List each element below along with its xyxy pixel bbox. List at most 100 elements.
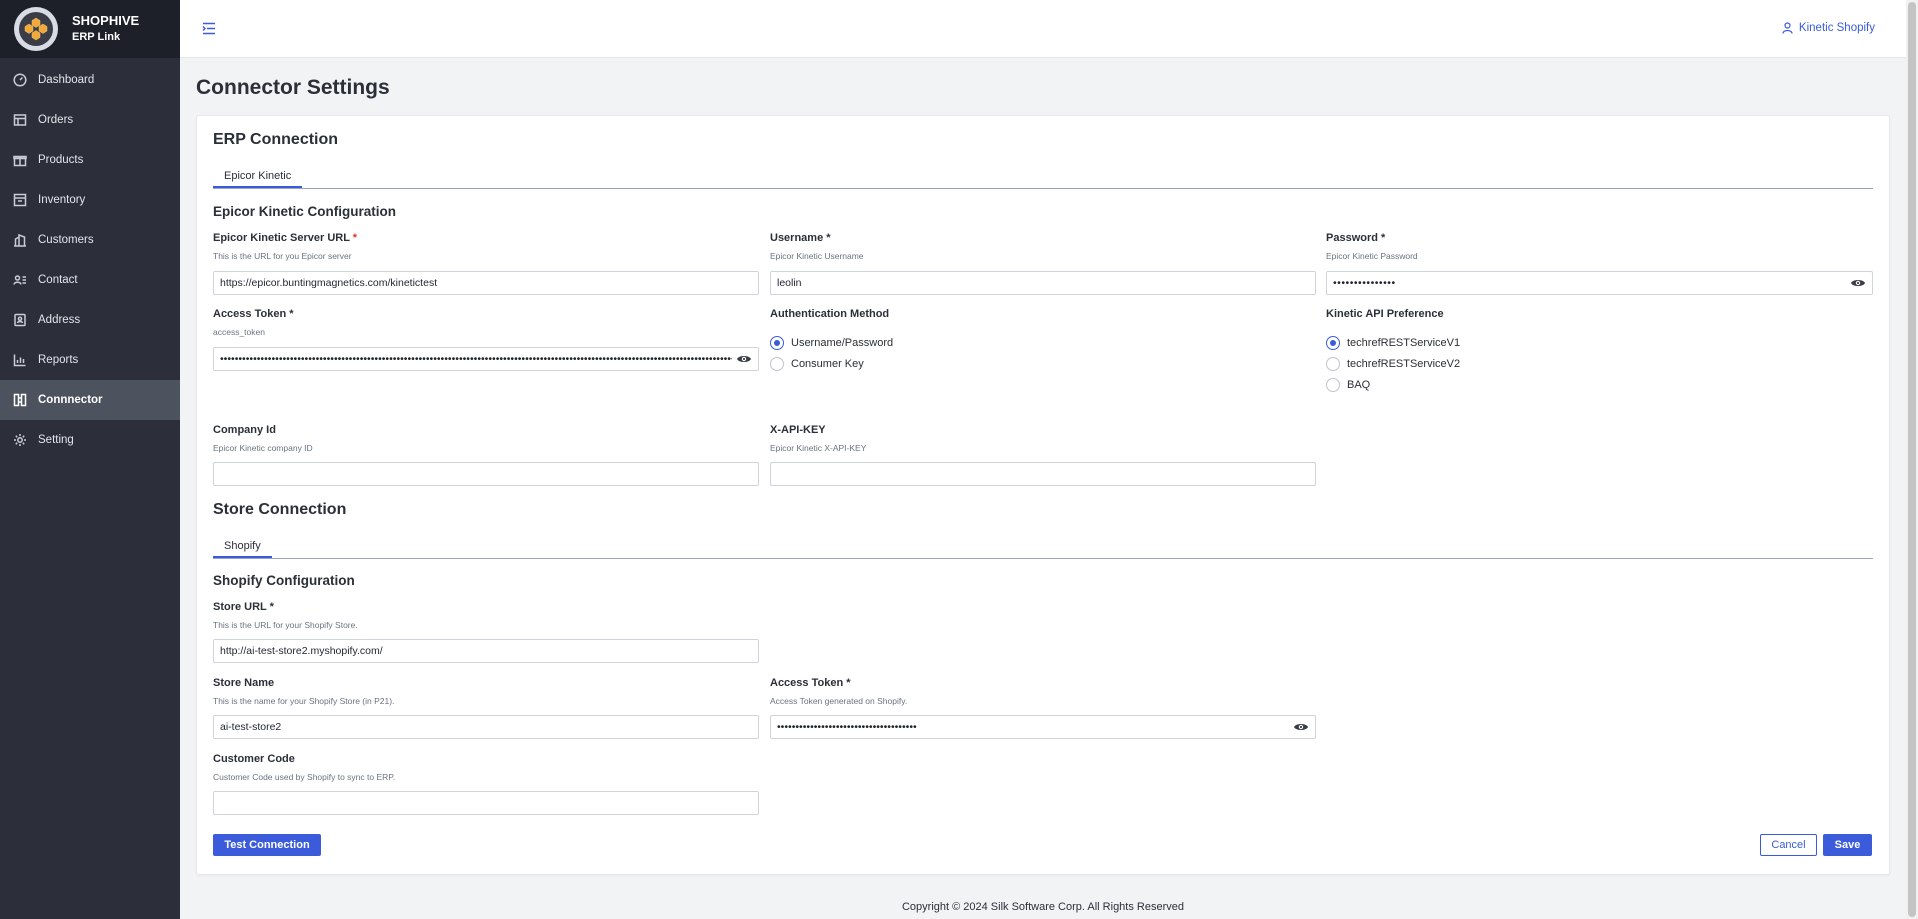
user-name: Kinetic Shopify xyxy=(1798,22,1875,34)
store-url-hint: This is the URL for your Shopify Store. xyxy=(213,620,358,630)
company-id-input[interactable] xyxy=(213,462,759,486)
radio-unselected[interactable] xyxy=(770,357,784,371)
password-hint: Epicor Kinetic Password xyxy=(1326,251,1418,261)
page-scrollbar[interactable] xyxy=(1906,0,1918,919)
sidebar-item-label: Connnector xyxy=(38,394,103,406)
customer-code-hint: Customer Code used by Shopify to sync to… xyxy=(213,772,396,782)
contact-card-icon xyxy=(13,273,27,287)
store-name-hint: This is the name for your Shopify Store … xyxy=(213,696,395,706)
topbar: Kinetic Shopify xyxy=(180,0,1906,58)
test-connection-button[interactable]: Test Connection xyxy=(213,834,321,856)
menu-toggle-icon[interactable] xyxy=(202,22,216,38)
store-url-label: Store URL * xyxy=(213,601,274,613)
shopify-access-token-hint: Access Token generated on Shopify. xyxy=(770,696,908,706)
connector-icon xyxy=(13,393,27,407)
save-button[interactable]: Save xyxy=(1823,834,1872,856)
sidebar-item-orders[interactable]: Orders xyxy=(0,100,180,140)
shopify-config-title: Shopify Configuration xyxy=(213,573,355,588)
sidebar-item-address[interactable]: Address xyxy=(0,300,180,340)
access-token-input[interactable]: ••••••••••••••••••••••••••••••••••••••••… xyxy=(213,347,759,371)
footer-copyright: Copyright © 2024 Silk Software Corp. All… xyxy=(901,901,1184,913)
radio-unselected[interactable] xyxy=(1326,357,1340,371)
gear-icon xyxy=(13,433,27,447)
sidebar-item-label: Customers xyxy=(38,234,94,246)
store-connection-heading: Store Connection xyxy=(213,501,347,518)
building-icon xyxy=(13,233,27,247)
api-preference-label: Kinetic API Preference xyxy=(1326,308,1444,320)
sidebar-item-dashboard[interactable]: Dashboard xyxy=(0,60,180,100)
x-api-key-hint: Epicor Kinetic X-API-KEY xyxy=(770,443,867,453)
eye-icon[interactable] xyxy=(736,353,752,365)
server-url-hint: This is the URL for you Epicor server xyxy=(213,251,352,261)
store-name-label: Store Name xyxy=(213,677,275,689)
sidebar-item-label: Reports xyxy=(38,354,79,366)
auth-option-consumer-key[interactable]: Consumer Key xyxy=(770,357,864,371)
radio-selected[interactable] xyxy=(1326,336,1340,350)
sidebar: SHOPHIVE ERP Link Dashboard Orders Produ… xyxy=(0,0,180,919)
password-input[interactable]: ••••••••••••••• xyxy=(1326,271,1873,295)
username-hint: Epicor Kinetic Username xyxy=(770,251,864,261)
shopify-access-token-label: Access Token * xyxy=(770,677,851,689)
server-url-input[interactable]: https://epicor.buntingmagnetics.com/kine… xyxy=(213,271,759,295)
api-option-v1[interactable]: techrefRESTServiceV1 xyxy=(1326,336,1460,350)
sidebar-item-setting[interactable]: Setting xyxy=(0,420,180,460)
brand[interactable]: SHOPHIVE ERP Link xyxy=(0,0,180,58)
sidebar-item-label: Address xyxy=(38,314,81,326)
sidebar-item-label: Contact xyxy=(38,274,78,286)
erp-tab-divider xyxy=(213,188,1873,189)
access-token-label: Access Token * xyxy=(213,308,294,320)
tab-epicor-kinetic[interactable]: Epicor Kinetic xyxy=(213,166,303,188)
sidebar-item-label: Inventory xyxy=(38,194,86,206)
address-book-icon xyxy=(13,313,27,327)
sidebar-item-label: Setting xyxy=(38,434,74,446)
gauge-icon xyxy=(13,73,27,87)
user-menu[interactable]: Kinetic Shopify xyxy=(1782,22,1875,34)
x-api-key-input[interactable] xyxy=(770,462,1316,486)
epicor-config-title: Epicor Kinetic Configuration xyxy=(213,204,397,219)
customer-code-input[interactable] xyxy=(213,791,759,815)
sidebar-item-connector[interactable]: Connnector xyxy=(0,380,180,420)
username-input[interactable]: leolin xyxy=(770,271,1316,295)
sidebar-item-reports[interactable]: Reports xyxy=(0,340,180,380)
brand-subtitle: ERP Link xyxy=(72,31,121,43)
gift-icon xyxy=(13,153,27,167)
sidebar-item-label: Dashboard xyxy=(38,74,95,86)
api-option-baq[interactable]: BAQ xyxy=(1326,378,1370,392)
shopify-access-token-input[interactable]: •••••••••••••••••••••••••••••••••••••• xyxy=(770,715,1316,739)
username-label: Username * xyxy=(770,232,831,244)
sidebar-item-contact[interactable]: Contact xyxy=(0,260,180,300)
server-url-label: Epicor Kinetic Server URL * xyxy=(213,232,358,244)
brand-name: SHOPHIVE xyxy=(72,13,140,28)
orders-icon xyxy=(13,113,27,127)
access-token-hint: access_token xyxy=(213,327,265,337)
auth-method-label: Authentication Method xyxy=(770,308,890,320)
user-icon xyxy=(1782,22,1793,34)
bar-chart-icon xyxy=(13,353,27,367)
eye-icon[interactable] xyxy=(1850,277,1866,289)
store-url-input[interactable]: http://ai-test-store2.myshopify.com/ xyxy=(213,639,759,663)
x-api-key-label: X-API-KEY xyxy=(770,424,826,436)
sidebar-item-inventory[interactable]: Inventory xyxy=(0,180,180,220)
store-tab-divider xyxy=(213,558,1873,559)
company-id-label: Company Id xyxy=(213,424,276,436)
sidebar-item-label: Orders xyxy=(38,114,74,126)
cancel-button[interactable]: Cancel xyxy=(1760,834,1817,856)
archive-icon xyxy=(13,193,27,207)
tab-shopify[interactable]: Shopify xyxy=(213,536,272,558)
customer-code-label: Customer Code xyxy=(213,753,295,765)
api-option-v2[interactable]: techrefRESTServiceV2 xyxy=(1326,357,1460,371)
connector-settings-card: ERP Connection Epicor Kinetic Epicor Kin… xyxy=(196,115,1890,875)
company-id-hint: Epicor Kinetic company ID xyxy=(213,443,313,453)
eye-icon[interactable] xyxy=(1293,721,1309,733)
sidebar-item-label: Products xyxy=(38,154,84,166)
shophive-logo xyxy=(14,7,58,51)
password-label: Password * xyxy=(1326,232,1386,244)
radio-unselected[interactable] xyxy=(1326,378,1340,392)
sidebar-item-products[interactable]: Products xyxy=(0,140,180,180)
radio-selected[interactable] xyxy=(770,336,784,350)
sidebar-item-customers[interactable]: Customers xyxy=(0,220,180,260)
page-title: Connector Settings xyxy=(196,76,390,99)
store-name-input[interactable]: ai-test-store2 xyxy=(213,715,759,739)
auth-option-username-password[interactable]: Username/Password xyxy=(770,336,893,350)
erp-connection-heading: ERP Connection xyxy=(213,131,339,148)
